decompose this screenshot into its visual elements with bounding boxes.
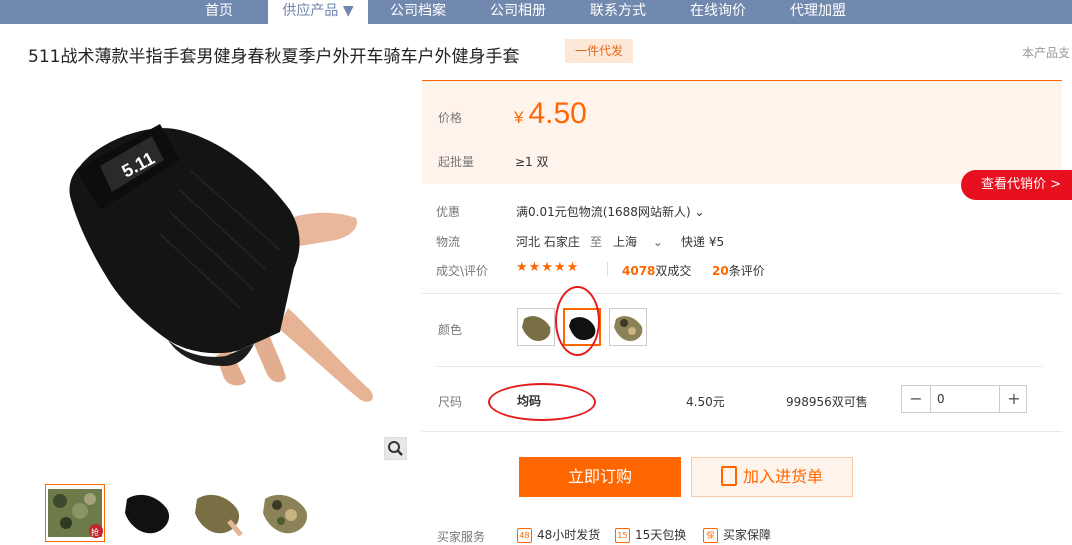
color-swatch-khaki[interactable] [517,308,555,346]
side-note: 本产品支 [1022,46,1071,60]
minus-button[interactable]: − [902,386,930,412]
divider [422,431,1062,432]
price-value: ¥4.50 [514,97,587,130]
zoom-button[interactable] [384,437,407,460]
size-label: 尺码 [438,395,463,409]
service-48h[interactable]: 48 48小时发货 [517,526,600,543]
thumbnail-4[interactable] [256,484,316,542]
thumbnail-1[interactable]: 抢 [45,484,105,542]
nav-company-album[interactable]: 公司相册 [475,0,561,24]
annotation-circle-size [488,383,596,421]
divider [422,293,1062,294]
clipboard-icon [720,465,737,486]
plus-button[interactable]: + [1000,386,1028,412]
review-count[interactable]: 20条评价 [712,262,765,279]
color-label: 颜色 [438,323,463,337]
add-to-cart-button[interactable]: 加入进货单 [691,457,853,497]
product-title: 511战术薄款半指手套男健身春秋夏季户外开车骑车户外健身手套 [28,47,520,67]
shipping-fee: 快递 ¥5 [681,235,725,249]
thumb-badge-text: 抢 [91,527,99,537]
rating-stars: ★★★★★ [516,260,580,275]
clock-48-icon: 48 [517,528,532,543]
divider [436,366,1042,367]
nav-inquiry[interactable]: 在线询价 [675,0,761,24]
size-stock: 998956双可售 [786,395,868,409]
moq-value: ≥1 双 [515,155,549,169]
dropship-badge: 一件代发 [565,39,633,63]
service-guarantee[interactable]: 保买家保障 [703,526,771,543]
nav-contact[interactable]: 联系方式 [575,0,661,24]
ship-from: 河北 石家庄 [516,235,580,249]
buy-now-button[interactable]: 立即订购 [519,457,681,497]
promo-value[interactable]: 满0.01元包物流(1688网站新人) ⌄ [516,203,705,220]
divider [607,262,608,276]
moq-label: 起批量 [438,155,475,169]
top-nav: 首页 供应产品 ▼ 公司档案 公司相册 联系方式 在线询价 代理加盟 [0,0,1072,24]
ship-to-word: 至 [590,235,603,249]
magnifier-icon [388,441,403,456]
product-main-image: 5.11 [40,100,400,430]
color-swatch-camo[interactable] [609,308,647,346]
services-label: 买家服务 [437,530,486,544]
logistics-label: 物流 [436,235,461,249]
calendar-15-icon: 15 [615,528,630,543]
view-proxy-price-button[interactable]: 查看代销价 > [961,170,1072,200]
promo-label: 优惠 [436,205,461,219]
nav-home[interactable]: 首页 [181,0,257,24]
price-label: 价格 [438,111,463,125]
annotation-circle-color [555,286,600,356]
thumbnail-3[interactable] [188,484,248,542]
sold-count[interactable]: 4078双成交 [622,262,691,279]
service-15day[interactable]: 15 15天包换 [615,526,686,543]
shield-icon: 保 [703,528,718,543]
size-unit-price: 4.50元 [686,395,725,409]
nav-company-profile[interactable]: 公司档案 [375,0,461,24]
ship-to-select[interactable]: 上海 ⌄ [613,233,663,250]
chevron-down-icon: ⌄ [652,235,663,249]
deals-label: 成交\评价 [436,264,489,278]
thumbnail-2[interactable] [118,484,178,542]
nav-agent[interactable]: 代理加盟 [775,0,861,24]
quantity-input[interactable]: 0 [930,386,1000,412]
quantity-stepper: − 0 + [901,385,1027,413]
nav-products[interactable]: 供应产品 ▼ [268,0,368,24]
